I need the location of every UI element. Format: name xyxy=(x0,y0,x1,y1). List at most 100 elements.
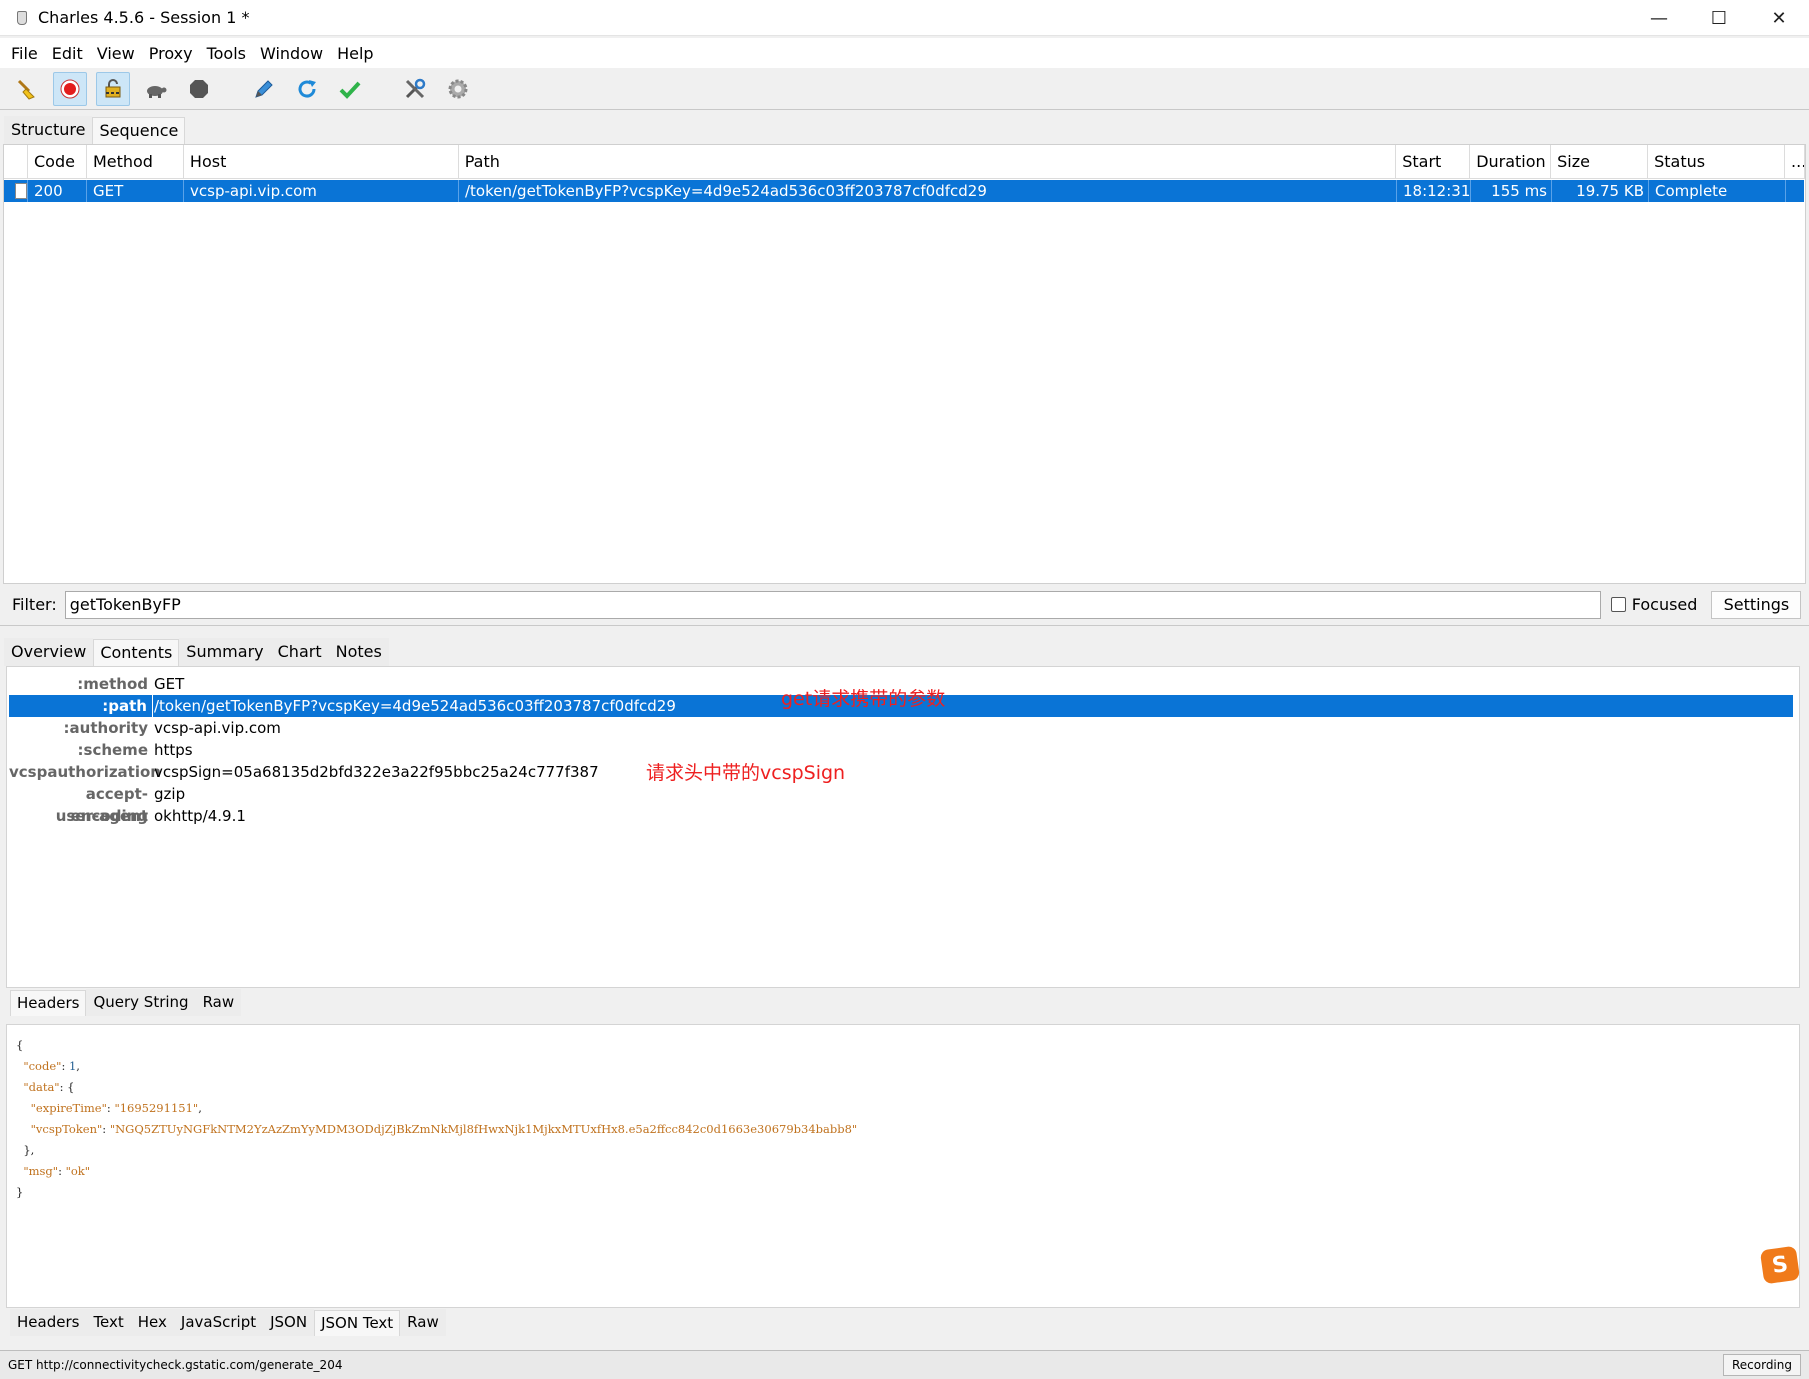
header-value: okhttp/4.9.1 xyxy=(154,807,246,825)
tab-overview[interactable]: Overview xyxy=(4,638,94,666)
tab-query-string[interactable]: Query String xyxy=(86,989,196,1016)
tab-chart[interactable]: Chart xyxy=(270,638,329,666)
recording-indicator[interactable]: Recording xyxy=(1722,1354,1801,1376)
menu-file[interactable]: File xyxy=(4,44,45,63)
header-value: vcspSign=05a68135d2bfd322e3a22f95bbc25a2… xyxy=(154,763,599,781)
json-line: "vcspToken": "NGQ5ZTUyNGFkNTM2YzAzZmYyMD… xyxy=(30,1122,858,1136)
json-line: "data": { xyxy=(23,1080,75,1094)
minimize-button[interactable]: — xyxy=(1629,0,1689,36)
window-controls: — ☐ ✕ xyxy=(1629,0,1809,36)
response-view-tabs: Headers Text Hex JavaScript JSON JSON Te… xyxy=(10,1308,446,1336)
column-code[interactable]: Code xyxy=(28,145,87,179)
column-duration[interactable]: Duration xyxy=(1470,145,1552,179)
tab-hex[interactable]: Hex xyxy=(130,1309,174,1336)
cell-duration: 155 ms xyxy=(1471,180,1552,202)
header-key: vcspauthorization xyxy=(9,763,161,781)
focused-checkbox[interactable]: Focused xyxy=(1610,595,1698,614)
broom-icon[interactable] xyxy=(10,72,44,106)
status-bar: GET http://connectivitycheck.gstatic.com… xyxy=(0,1350,1809,1379)
menu-help[interactable]: Help xyxy=(330,44,380,63)
charles-jar-icon xyxy=(14,10,28,26)
json-line: "code": 1, xyxy=(23,1059,80,1073)
tab-json-text[interactable]: JSON Text xyxy=(314,1310,401,1336)
record-icon[interactable] xyxy=(53,71,87,106)
header-row-vcspauthorization[interactable]: vcspauthorization vcspSign=05a68135d2bfd… xyxy=(9,761,1793,783)
json-line: }, xyxy=(23,1143,35,1157)
cell-status: Complete xyxy=(1649,180,1786,202)
settings-icon[interactable] xyxy=(441,72,475,106)
menu-view[interactable]: View xyxy=(90,44,142,63)
tab-headers[interactable]: Headers xyxy=(10,990,87,1016)
breakpoint-icon[interactable] xyxy=(182,72,216,106)
throttle-icon[interactable] xyxy=(139,72,173,106)
column-path[interactable]: Path xyxy=(459,145,1397,179)
request-headers-panel: :method GET :path /token/getTokenByFP?vc… xyxy=(6,666,1800,988)
validate-icon[interactable] xyxy=(333,72,367,106)
column-method[interactable]: Method xyxy=(87,145,184,179)
maximize-button[interactable]: ☐ xyxy=(1689,0,1749,36)
focused-label: Focused xyxy=(1631,595,1698,614)
header-row-accept-encoding[interactable]: accept-encoding gzip xyxy=(9,783,1793,825)
annotation-get-params: get请求携带的参数 xyxy=(781,688,946,710)
cell-size: 19.75 KB xyxy=(1552,180,1649,202)
column-more[interactable]: ... xyxy=(1785,145,1806,179)
settings-button[interactable]: Settings xyxy=(1711,590,1802,619)
title-bar: Charles 4.5.6 - Session 1 * — ☐ ✕ xyxy=(0,0,1809,36)
request-view-tabs: Headers Query String Raw xyxy=(10,988,242,1016)
filter-input[interactable] xyxy=(64,590,1601,619)
tab-contents[interactable]: Contents xyxy=(93,639,180,666)
header-value: GET xyxy=(154,675,185,693)
tab-response-headers[interactable]: Headers xyxy=(10,1309,87,1336)
ssl-proxy-icon[interactable] xyxy=(96,71,130,106)
column-start[interactable]: Start xyxy=(1396,145,1471,179)
header-key: user-agent xyxy=(55,807,148,825)
json-line: { xyxy=(16,1038,24,1052)
menu-edit[interactable]: Edit xyxy=(45,44,90,63)
sogou-ime-icon[interactable]: S xyxy=(1759,1245,1801,1285)
column-host[interactable]: Host xyxy=(184,145,459,179)
header-key: :authority xyxy=(63,719,148,737)
tab-json[interactable]: JSON xyxy=(263,1309,315,1336)
tab-notes[interactable]: Notes xyxy=(328,638,389,666)
cell-path: /token/getTokenByFP?vcspKey=4d9e524ad536… xyxy=(459,180,1397,202)
tools-icon[interactable] xyxy=(398,72,432,106)
annotation-header-sign: 请求头中带的vcspSign xyxy=(646,762,846,784)
tab-raw[interactable]: Raw xyxy=(195,989,242,1016)
column-size[interactable]: Size xyxy=(1551,145,1649,179)
header-value: vcsp-api.vip.com xyxy=(154,719,281,737)
cell-start: 18:12:31 xyxy=(1397,180,1471,202)
tab-javascript[interactable]: JavaScript xyxy=(173,1309,264,1336)
tab-text[interactable]: Text xyxy=(86,1309,131,1336)
header-key: :path xyxy=(9,695,153,717)
tab-summary[interactable]: Summary xyxy=(179,638,271,666)
focused-checkbox-box[interactable] xyxy=(1610,597,1626,612)
header-key: :method xyxy=(77,675,148,693)
header-row-authority[interactable]: :authority vcsp-api.vip.com xyxy=(9,717,1793,739)
header-row-user-agent[interactable]: user-agent okhttp/4.9.1 xyxy=(9,805,1793,827)
menu-proxy[interactable]: Proxy xyxy=(142,44,200,63)
column-icon xyxy=(4,145,28,179)
header-row-scheme[interactable]: :scheme https xyxy=(9,739,1793,761)
status-text: GET http://connectivitycheck.gstatic.com… xyxy=(8,1358,343,1372)
cell-code: 200 xyxy=(28,180,87,202)
sequence-table: Code Method Host Path Start Duration Siz… xyxy=(3,144,1806,584)
column-status[interactable]: Status xyxy=(1648,145,1786,179)
tab-structure[interactable]: Structure xyxy=(4,116,93,144)
json-line: "msg": "ok" xyxy=(23,1164,91,1178)
menu-bar: File Edit View Proxy Tools Window Help xyxy=(0,38,1809,68)
toolbar xyxy=(0,68,1809,110)
header-value: gzip xyxy=(154,785,186,803)
menu-window[interactable]: Window xyxy=(253,44,330,63)
response-json-panel: { "code": 1, "data": { "expireTime": "16… xyxy=(6,1024,1800,1308)
window-title: Charles 4.5.6 - Session 1 * xyxy=(38,8,250,27)
json-line: "expireTime": "1695291151", xyxy=(30,1101,202,1115)
table-row[interactable]: 200 GET vcsp-api.vip.com /token/getToken… xyxy=(4,180,1804,202)
menu-tools[interactable]: Tools xyxy=(200,44,253,63)
compose-icon[interactable] xyxy=(247,72,281,106)
tab-response-raw[interactable]: Raw xyxy=(400,1309,446,1336)
header-key: :scheme xyxy=(77,741,148,759)
repeat-icon[interactable] xyxy=(290,72,324,106)
tab-sequence[interactable]: Sequence xyxy=(92,117,186,144)
close-button[interactable]: ✕ xyxy=(1749,0,1809,36)
row-file-icon xyxy=(4,180,28,202)
